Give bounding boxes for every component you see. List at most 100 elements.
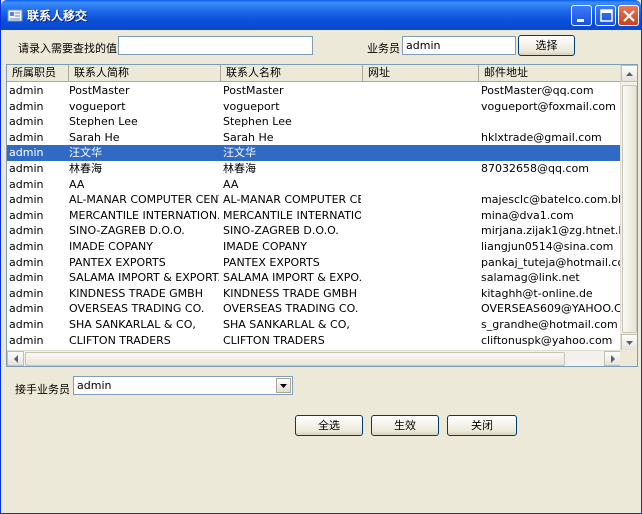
table-cell: CLIFTON TRADERS: [223, 333, 325, 347]
table-cell: kitaghh@t-online.de: [481, 286, 593, 300]
table-cell: admin: [9, 224, 44, 238]
table-cell: PostMaster@qq.com: [481, 84, 594, 97]
minimize-button[interactable]: [571, 5, 592, 26]
column-header-name[interactable]: 联系人名称: [221, 65, 363, 81]
table-cell: PANTEX EXPORTS: [69, 255, 166, 269]
table-cell: admin: [9, 271, 44, 285]
table-cell: vogueport: [223, 99, 280, 113]
select-button[interactable]: 选择: [518, 35, 575, 56]
contact-grid[interactable]: 所属职员 联系人简称 联系人名称 网址 邮件地址 admin PostMaster…: [6, 64, 638, 367]
arrow-down-icon: [626, 341, 633, 345]
handover-selected-value: admin: [77, 379, 112, 392]
horizontal-scroll-thumb[interactable]: [25, 352, 565, 366]
table-row[interactable]: admin SINO-ZAGREB D.O.O. SINO-ZAGREB D.O.O…: [7, 223, 621, 239]
table-row[interactable]: admin 林春海 林春海 87032658@qq.com: [7, 161, 621, 177]
table-row[interactable]: admin PANTEX EXPORTS PANTEX EXPORTS pankaj_…: [7, 255, 621, 271]
column-header-website[interactable]: 网址: [363, 65, 479, 81]
table-cell: hklxtrade@gmail.com: [481, 130, 602, 144]
table-cell: 87032658@qq.com: [481, 162, 589, 175]
table-row[interactable]: admin KINDNESS TRADE GMBH KINDNESS TRADE G…: [7, 286, 621, 302]
table-cell: s_grandhe@hotmail.com: [481, 318, 618, 331]
table-row[interactable]: admin PostMaster PostMaster PostMaster@qq.c…: [7, 83, 621, 99]
table-row[interactable]: admin SALAMA IMPORT & EXPORT... SALAMA IMP…: [7, 270, 621, 286]
handover-select[interactable]: admin: [73, 376, 293, 395]
table-cell: OVERSEAS TRADING CO.: [69, 302, 205, 316]
grid-rows: admin PostMaster PostMaster PostMaster@qq.c…: [7, 83, 621, 351]
table-row[interactable]: admin CLIFTON TRADERS CLIFTON TRADERS clift…: [7, 333, 621, 349]
table-cell: admin: [9, 318, 44, 331]
table-cell: liangjun0514@sina.com: [481, 240, 614, 253]
table-row[interactable]: admin SHA SANKARLAL & CO, SHA SANKARLAL & …: [7, 317, 621, 333]
chevron-down-icon: [280, 384, 287, 388]
table-row[interactable]: admin 汪文华 汪文华: [7, 145, 621, 161]
table-cell: admin: [9, 302, 44, 316]
table-row[interactable]: admin IMADE COPANY IMADE COPANY liangjun051…: [7, 239, 621, 255]
table-cell: SHA SANKARLAL & CO,: [69, 318, 196, 331]
vertical-scrollbar[interactable]: [620, 65, 637, 351]
table-cell: SALAMA IMPORT & EXPO...: [223, 271, 361, 285]
table-cell: [365, 114, 477, 129]
table-cell: IMADE COPANY: [223, 240, 307, 253]
close-button[interactable]: 关闭: [447, 415, 517, 436]
window-title: 联系人移交: [27, 9, 88, 23]
table-cell: Sarah He: [69, 130, 120, 144]
table-cell: AA: [69, 177, 85, 191]
maximize-icon: [600, 9, 613, 22]
horizontal-scrollbar[interactable]: [7, 350, 621, 366]
column-header-owner[interactable]: 所属职员: [7, 65, 69, 81]
table-cell: SINO-ZAGREB D.O.O.: [223, 224, 339, 238]
table-cell: admin: [9, 146, 44, 160]
scroll-left-button[interactable]: [7, 351, 24, 366]
table-cell: admin: [9, 115, 44, 129]
title-bar[interactable]: 联系人移交: [1, 0, 641, 30]
table-row[interactable]: admin MERCANTILE INTERNATION... MERCANTILE…: [7, 208, 621, 224]
scroll-up-button[interactable]: [621, 65, 637, 82]
select-all-button[interactable]: 全选: [295, 415, 363, 436]
arrow-up-icon: [626, 72, 633, 76]
table-row[interactable]: admin vogueport vogueport vogueport@foxmail…: [7, 99, 621, 115]
apply-button[interactable]: 生效: [371, 415, 439, 436]
vertical-scroll-thumb[interactable]: [622, 85, 637, 333]
salesperson-input[interactable]: admin: [402, 36, 516, 55]
table-row[interactable]: admin AL-MANAR COMPUTER CENT... AL-MANAR C…: [7, 192, 621, 208]
table-cell: admin: [9, 333, 44, 347]
maximize-button[interactable]: [595, 5, 616, 26]
table-row[interactable]: admin Stephen Lee Stephen Lee: [7, 114, 621, 130]
table-row[interactable]: admin AA AA: [7, 177, 621, 193]
table-cell: MERCANTILE INTERNATIO...: [223, 208, 361, 222]
scroll-down-button[interactable]: [621, 334, 637, 351]
table-cell: [365, 177, 477, 192]
table-cell: [365, 255, 477, 270]
table-cell: 林春海: [69, 162, 102, 175]
table-cell: Stephen Lee: [223, 115, 292, 129]
table-cell: vogueport: [69, 99, 126, 113]
table-cell: admin: [9, 177, 44, 191]
table-cell: [365, 83, 477, 98]
table-cell: SALAMA IMPORT & EXPORT...: [69, 271, 219, 285]
table-row[interactable]: admin OVERSEAS TRADING CO. OVERSEAS TRADIN…: [7, 301, 621, 317]
scroll-right-button[interactable]: [604, 351, 621, 366]
search-label: 请录入需要查找的值: [18, 42, 117, 55]
table-row[interactable]: admin Sarah He Sarah He hklxtrade@gmail.com: [7, 130, 621, 146]
search-input[interactable]: [118, 36, 313, 55]
table-cell: mina@dva1.com: [481, 208, 574, 222]
column-header-short-name[interactable]: 联系人简称: [69, 65, 221, 81]
dropdown-button[interactable]: [276, 378, 291, 393]
table-cell: Stephen Lee: [69, 115, 138, 129]
table-cell: SHA SANKARLAL & CO,: [223, 318, 350, 331]
contacts-app-icon: [7, 9, 23, 22]
table-cell: admin: [9, 162, 44, 175]
table-cell: admin: [9, 286, 44, 300]
arrow-right-icon: [611, 355, 615, 363]
minimize-icon: [577, 19, 584, 22]
close-window-button[interactable]: [618, 5, 639, 26]
column-header-email[interactable]: 邮件地址: [479, 65, 621, 81]
table-cell: [365, 270, 477, 285]
table-cell: [365, 145, 477, 160]
handover-label: 接手业务员: [15, 383, 70, 396]
table-cell: admin: [9, 193, 44, 207]
table-cell: vogueport@foxmail.com: [481, 99, 616, 113]
scrollbar-corner: [620, 350, 637, 366]
table-cell: IMADE COPANY: [69, 240, 153, 253]
table-cell: [365, 161, 477, 176]
